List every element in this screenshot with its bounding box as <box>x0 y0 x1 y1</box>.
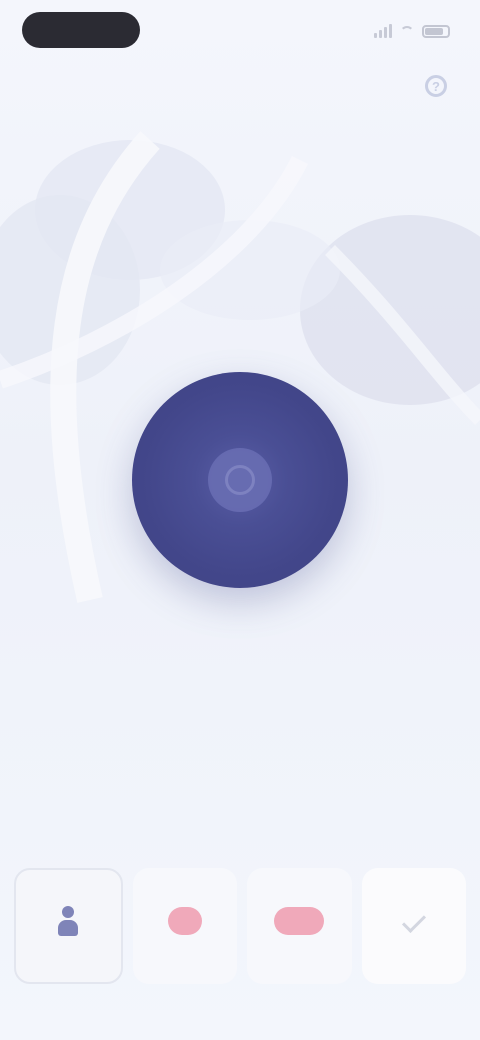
status-caption <box>160 660 320 694</box>
heart-icon <box>167 907 202 935</box>
person-icon <box>57 906 79 936</box>
bottom-action-bar <box>14 868 466 984</box>
primary-action-button[interactable] <box>132 372 348 588</box>
heart-icon <box>274 907 325 935</box>
edit-icon <box>401 908 426 934</box>
help-icon: ? <box>425 75 447 97</box>
action-card-heart[interactable] <box>132 868 237 984</box>
status-time <box>22 12 140 48</box>
action-card-heart-wide[interactable] <box>247 868 352 984</box>
target-icon <box>225 465 255 495</box>
wifi-icon <box>400 26 414 36</box>
battery-icon <box>422 24 450 38</box>
status-indicators <box>350 20 450 42</box>
action-card-edit[interactable] <box>361 868 466 984</box>
primary-action-core <box>208 448 272 512</box>
signal-bars-icon <box>374 24 392 38</box>
action-card-person[interactable] <box>14 868 123 984</box>
help-button[interactable]: ? <box>420 70 452 102</box>
status-bar <box>0 0 480 64</box>
app-screen: ? <box>0 0 480 1040</box>
page-title <box>170 70 310 100</box>
